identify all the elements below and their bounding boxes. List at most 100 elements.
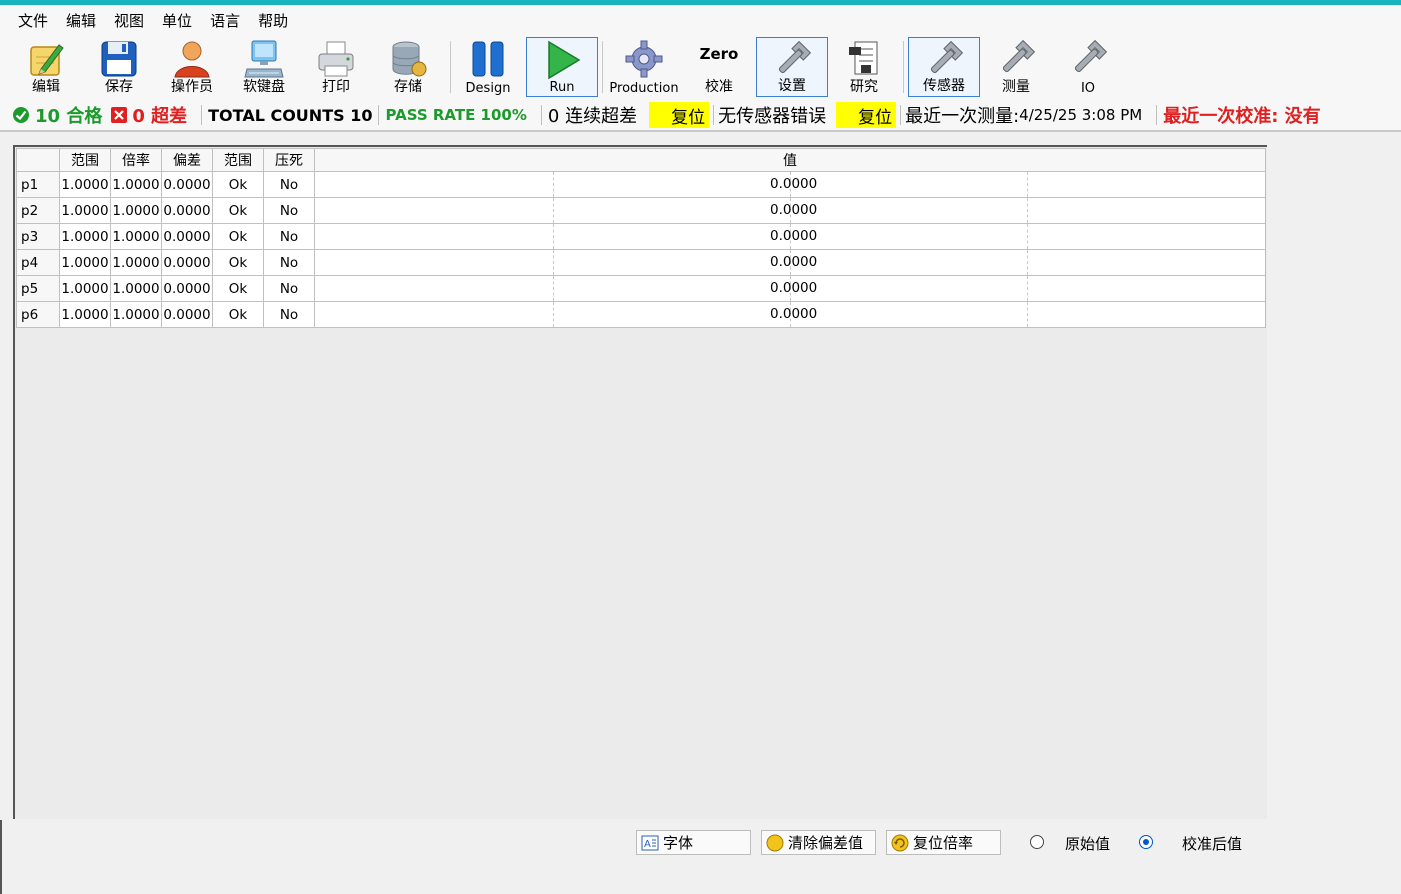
pass-count-status: 10 合格 xyxy=(12,100,102,130)
value-text: 0.0000 xyxy=(770,254,818,270)
value-text: 0.0000 xyxy=(770,176,818,192)
cell-clamp[interactable]: No xyxy=(263,275,315,302)
print-label: 打印 xyxy=(322,79,350,95)
menu-file[interactable]: 文件 xyxy=(9,10,57,31)
cell-offset[interactable]: 0.0000 xyxy=(161,223,213,250)
row-header[interactable]: p4 xyxy=(16,249,60,276)
operator-button[interactable]: 操作员 xyxy=(156,37,228,97)
table-row[interactable]: p4 1.0000 1.0000 0.0000 Ok No 0.0000 xyxy=(16,249,1266,276)
menu-edit[interactable]: 编辑 xyxy=(57,10,105,31)
cell-range[interactable]: 1.0000 xyxy=(59,171,111,198)
cell-range-status[interactable]: Ok xyxy=(212,249,264,276)
data-grid: 范围 倍率 偏差 范围 压死 值 p1 1.0000 1.0000 0.0000 Ok N… xyxy=(16,148,1266,328)
menu-view[interactable]: 视图 xyxy=(105,10,153,31)
header-offset[interactable]: 偏差 xyxy=(161,148,213,172)
production-button[interactable]: Production xyxy=(605,37,683,97)
cell-ratio[interactable]: 1.0000 xyxy=(110,223,162,250)
cell-value[interactable]: 0.0000 xyxy=(314,301,1266,328)
cell-clamp[interactable]: No xyxy=(263,223,315,250)
cell-value[interactable]: 0.0000 xyxy=(314,275,1266,302)
cell-range-status[interactable]: Ok xyxy=(212,223,264,250)
table-row[interactable]: p3 1.0000 1.0000 0.0000 Ok No 0.0000 xyxy=(16,223,1266,250)
cell-clamp[interactable]: No xyxy=(263,301,315,328)
cell-value[interactable]: 0.0000 xyxy=(314,197,1266,224)
cell-range[interactable]: 1.0000 xyxy=(59,223,111,250)
sensor-error-status: 无传感器错误 xyxy=(718,106,827,127)
cell-offset[interactable]: 0.0000 xyxy=(161,171,213,198)
cell-offset[interactable]: 0.0000 xyxy=(161,249,213,276)
settings-button[interactable]: 设置 xyxy=(756,37,828,97)
menu-language[interactable]: 语言 xyxy=(201,10,249,31)
cell-ratio[interactable]: 1.0000 xyxy=(110,301,162,328)
header-ratio[interactable]: 倍率 xyxy=(110,148,162,172)
research-button[interactable]: 研究 xyxy=(828,37,900,97)
cell-offset[interactable]: 0.0000 xyxy=(161,301,213,328)
design-label: Design xyxy=(465,81,511,96)
header-range[interactable]: 范围 xyxy=(59,148,111,172)
cell-range-status[interactable]: Ok xyxy=(212,197,264,224)
value-gridline xyxy=(553,172,554,197)
calibrated-value-label: 校准后值 xyxy=(1182,835,1243,853)
cell-range[interactable]: 1.0000 xyxy=(59,197,111,224)
cell-range-status[interactable]: Ok xyxy=(212,275,264,302)
header-value[interactable]: 值 xyxy=(314,148,1266,172)
cell-ratio[interactable]: 1.0000 xyxy=(110,275,162,302)
header-range-status[interactable]: 范围 xyxy=(212,148,264,172)
settings-label: 设置 xyxy=(778,78,806,94)
run-button[interactable]: Run xyxy=(526,37,598,97)
clear-offset-button[interactable]: 清除偏差值 xyxy=(761,830,876,855)
cell-range[interactable]: 1.0000 xyxy=(59,301,111,328)
storage-button[interactable]: 存储 xyxy=(372,37,444,97)
header-clamp[interactable]: 压死 xyxy=(263,148,315,172)
keyboard-button[interactable]: 软键盘 xyxy=(228,37,300,97)
cell-ratio[interactable]: 1.0000 xyxy=(110,249,162,276)
menu-help[interactable]: 帮助 xyxy=(249,10,297,31)
row-header[interactable]: p1 xyxy=(16,171,60,198)
zero-calibrate-button[interactable]: Zero 校准 xyxy=(683,37,755,97)
sensor-label: 传感器 xyxy=(923,78,965,94)
calibrate-label: 校准 xyxy=(705,79,733,95)
last-measure-value: 4/25/25 3:08 PM xyxy=(1019,106,1143,124)
reset-ratio-button[interactable]: 复位倍率 xyxy=(886,830,1001,855)
database-icon xyxy=(392,41,427,77)
reset-fail-button[interactable]: 复位 xyxy=(649,102,710,128)
cell-offset[interactable]: 0.0000 xyxy=(161,275,213,302)
reset-sensor-button[interactable]: 复位 xyxy=(836,102,897,128)
row-header[interactable]: p6 xyxy=(16,301,60,328)
font-button[interactable]: A 字体 xyxy=(636,830,751,855)
cell-clamp[interactable]: No xyxy=(263,171,315,198)
cell-value[interactable]: 0.0000 xyxy=(314,223,1266,250)
cell-range-status[interactable]: Ok xyxy=(212,301,264,328)
menu-unit[interactable]: 单位 xyxy=(153,10,201,31)
measure-button[interactable]: 测量 xyxy=(980,37,1052,97)
design-button[interactable]: Design xyxy=(452,37,524,97)
table-row[interactable]: p1 1.0000 1.0000 0.0000 Ok No 0.0000 xyxy=(16,171,1266,198)
value-text: 0.0000 xyxy=(770,280,818,296)
table-row[interactable]: p6 1.0000 1.0000 0.0000 Ok No 0.0000 xyxy=(16,301,1266,328)
cell-clamp[interactable]: No xyxy=(263,249,315,276)
cell-clamp[interactable]: No xyxy=(263,197,315,224)
raw-value-radio[interactable] xyxy=(1030,835,1044,849)
edit-button[interactable]: 编辑 xyxy=(10,37,82,97)
save-button[interactable]: 保存 xyxy=(83,37,155,97)
cell-ratio[interactable]: 1.0000 xyxy=(110,171,162,198)
row-header[interactable]: p2 xyxy=(16,197,60,224)
sensor-button[interactable]: 传感器 xyxy=(908,37,980,97)
io-button[interactable]: IO xyxy=(1052,37,1124,97)
row-header[interactable]: p5 xyxy=(16,275,60,302)
value-text: 0.0000 xyxy=(770,228,818,244)
table-row[interactable]: p2 1.0000 1.0000 0.0000 Ok No 0.0000 xyxy=(16,197,1266,224)
print-button[interactable]: 打印 xyxy=(300,37,372,97)
cell-range[interactable]: 1.0000 xyxy=(59,249,111,276)
cell-range-status[interactable]: Ok xyxy=(212,171,264,198)
cell-value[interactable]: 0.0000 xyxy=(314,249,1266,276)
value-gridline xyxy=(553,198,554,223)
cell-offset[interactable]: 0.0000 xyxy=(161,197,213,224)
cell-value[interactable]: 0.0000 xyxy=(314,171,1266,198)
row-header[interactable]: p3 xyxy=(16,223,60,250)
cell-ratio[interactable]: 1.0000 xyxy=(110,197,162,224)
cell-range[interactable]: 1.0000 xyxy=(59,275,111,302)
table-row[interactable]: p5 1.0000 1.0000 0.0000 Ok No 0.0000 xyxy=(16,275,1266,302)
calibrated-value-radio[interactable] xyxy=(1139,835,1153,849)
reset-coin-icon xyxy=(891,834,909,851)
